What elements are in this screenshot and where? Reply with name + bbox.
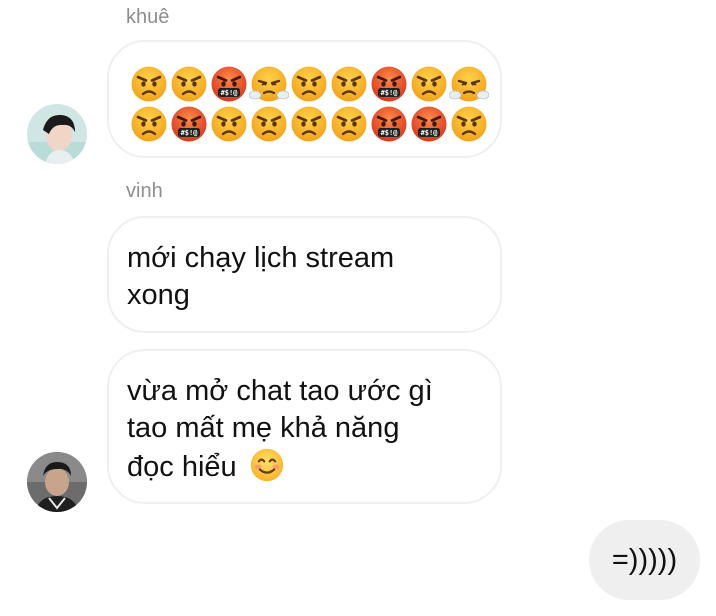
steam-from-nose-emoji-icon	[449, 66, 489, 102]
svg-text:#$!@: #$!@	[381, 129, 398, 137]
angry-face-emoji-icon	[171, 66, 207, 102]
angry-face-emoji-icon	[331, 66, 367, 102]
message-text-line: xong	[127, 279, 190, 311]
emoji-grid: #$!@ #$!@ #$!@ #$!@ #$!@	[129, 64, 489, 144]
angry-face-emoji-icon	[291, 66, 327, 102]
angry-face-emoji-icon	[131, 66, 167, 102]
angry-face-emoji-icon	[211, 106, 247, 142]
avatar-vinh-image	[27, 452, 87, 512]
svg-text:#$!@: #$!@	[181, 129, 198, 137]
angry-face-emoji-icon	[131, 106, 167, 142]
message-text-line-with-emoji: đọc hiểu	[127, 447, 500, 486]
steam-from-nose-emoji-icon	[249, 66, 289, 102]
angry-face-emoji-icon	[331, 106, 367, 142]
sender-name-vinh: vinh	[126, 180, 163, 202]
sender-name-khue: khuê	[126, 6, 170, 28]
message-bubble-vinh-1[interactable]: mới chạy lịch stream xong	[107, 216, 502, 333]
angry-face-emoji-icon	[291, 106, 327, 142]
message-text-line: mới chạy lịch stream	[127, 242, 395, 274]
cursing-face-emoji-icon: #$!@	[171, 106, 207, 142]
message-bubble-vinh-2[interactable]: vừa mở chat tao ước gì tao mất mẹ khả nă…	[107, 349, 502, 504]
sent-message-bubble[interactable]: =)))))	[589, 520, 700, 600]
angry-face-emoji-icon	[411, 66, 447, 102]
chat-thread: khuê #$!@ #$!@ #$!@ #$!@ #$!@ vinh mới chạy …	[0, 0, 716, 616]
cursing-face-emoji-icon: #$!@	[411, 106, 447, 142]
avatar-vinh[interactable]	[27, 452, 87, 512]
sent-message-text: =)))))	[611, 543, 678, 576]
cursing-face-emoji-icon: #$!@	[371, 106, 407, 142]
svg-text:#$!@: #$!@	[221, 89, 238, 97]
avatar-khue-image	[27, 104, 87, 164]
message-bubble-emojis[interactable]: #$!@ #$!@ #$!@ #$!@ #$!@	[107, 40, 502, 158]
angry-face-emoji-icon	[451, 106, 487, 142]
cursing-face-emoji-icon: #$!@	[371, 66, 407, 102]
svg-text:#$!@: #$!@	[381, 89, 398, 97]
smiling-face-emoji-icon	[250, 448, 283, 482]
message-text: đọc hiểu	[127, 451, 237, 483]
message-text-line: tao mất mẹ khả năng	[127, 412, 400, 444]
cursing-face-emoji-icon: #$!@	[211, 66, 247, 102]
angry-face-emoji-icon	[251, 106, 287, 142]
avatar-khue[interactable]	[27, 104, 87, 164]
svg-text:#$!@: #$!@	[421, 129, 438, 137]
message-text-line: vừa mở chat tao ước gì	[127, 375, 433, 407]
